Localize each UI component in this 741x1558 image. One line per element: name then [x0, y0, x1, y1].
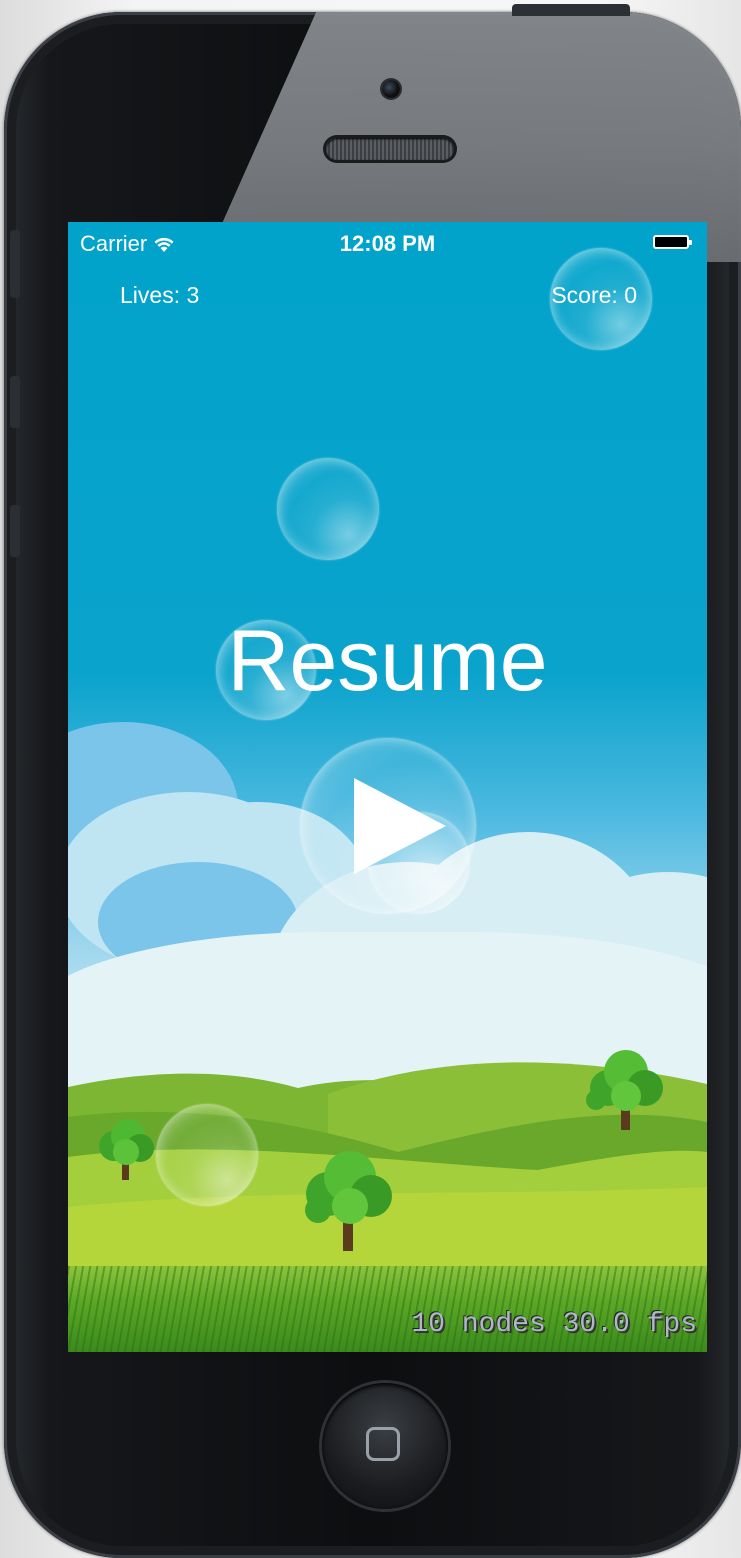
- volume-down-button: [10, 505, 20, 557]
- home-button[interactable]: [322, 1383, 448, 1509]
- game-screen[interactable]: Carrier 12:08 PM Lives: 3 Score: 0 Resum…: [68, 222, 707, 1352]
- resume-title[interactable]: Resume: [68, 612, 707, 711]
- debug-stats-label: 10 nodes 30.0 fps: [411, 1309, 697, 1340]
- status-bar: Carrier 12:08 PM: [68, 222, 707, 262]
- bubble[interactable]: [277, 458, 379, 560]
- lives-label: Lives: 3: [120, 282, 200, 308]
- volume-up-button: [10, 376, 20, 428]
- score-label: Score: 0: [551, 282, 637, 308]
- earpiece-speaker: [326, 138, 454, 160]
- sleep-button: [512, 4, 630, 16]
- front-camera: [382, 80, 400, 98]
- play-icon: [354, 778, 446, 874]
- resume-play-button[interactable]: [300, 738, 476, 914]
- battery-icon: [653, 235, 692, 249]
- mute-switch: [10, 230, 20, 298]
- bubble[interactable]: [156, 1104, 258, 1206]
- clock: 12:08 PM: [339, 231, 436, 256]
- home-square-icon: [366, 1427, 400, 1461]
